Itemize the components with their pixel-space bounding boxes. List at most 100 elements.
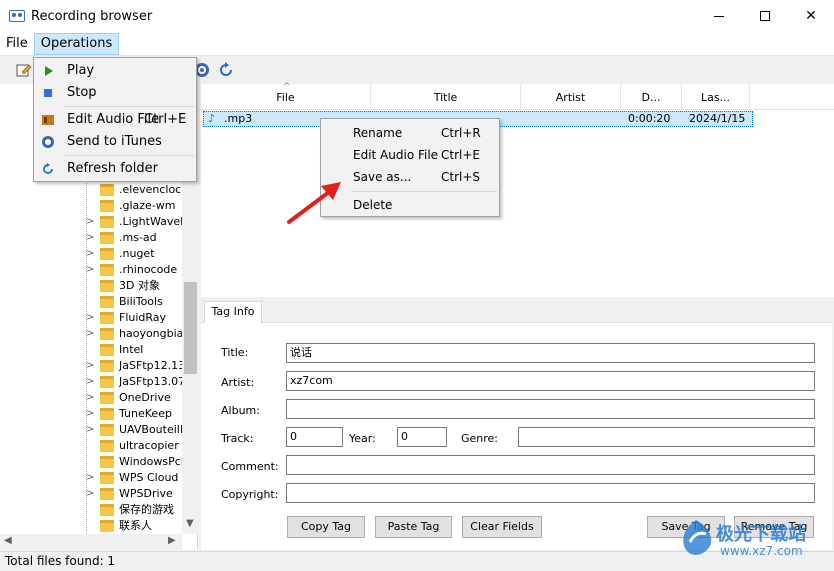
context-item-rename[interactable]: Rename Ctrl+R: [323, 122, 497, 144]
paste-tag-button[interactable]: Paste Tag: [375, 516, 452, 538]
tree-item[interactable]: > .LightWaveD: [0, 214, 182, 230]
menu-item-shortcut: Ctrl+E: [144, 112, 187, 127]
title-field[interactable]: 说话: [286, 343, 815, 363]
tree-expander-icon[interactable]: >: [86, 406, 96, 422]
tree-item[interactable]: > JaSFtp13.07: [0, 374, 182, 390]
tree-item[interactable]: > OneDrive: [0, 390, 182, 406]
tree-item-label: .ms-ad: [119, 231, 157, 244]
scroll-right-icon[interactable]: ▶: [168, 535, 176, 546]
menu-item-stop[interactable]: Stop: [36, 82, 194, 104]
column-header-artist[interactable]: Artist: [521, 84, 621, 110]
tree-item[interactable]: .elevenclock: [0, 182, 182, 198]
tree-expander-icon[interactable]: >: [86, 262, 96, 278]
minimize-button[interactable]: [696, 0, 742, 32]
column-header-duration[interactable]: D...: [621, 84, 682, 110]
artist-field[interactable]: xz7com: [286, 371, 815, 391]
copyright-label: Copyright:: [221, 488, 279, 501]
menu-file[interactable]: File: [0, 33, 34, 55]
tree-item[interactable]: BiliTools: [0, 294, 182, 310]
scroll-left-icon[interactable]: ◀: [4, 535, 12, 546]
tree-expander-icon[interactable]: >: [86, 326, 96, 342]
folder-icon: [100, 264, 114, 276]
folder-icon: [100, 424, 114, 436]
tree-expander-icon[interactable]: >: [86, 310, 96, 326]
context-item-edit-audio-file[interactable]: Edit Audio File Ctrl+E: [323, 144, 497, 166]
tree-item[interactable]: Intel: [0, 342, 182, 358]
folder-icon: [100, 312, 114, 324]
tree-item[interactable]: 3D 对象: [0, 278, 182, 294]
tab-tag-info[interactable]: Tag Info: [204, 301, 262, 323]
tree-item[interactable]: > WPSDrive: [0, 486, 182, 502]
context-item-shortcut: Ctrl+S: [441, 170, 481, 184]
menu-item-edit-audio-file[interactable]: Edit Audio File Ctrl+E: [36, 109, 194, 131]
tree-item[interactable]: 保存的游戏: [0, 502, 182, 518]
tree-item-label: .glaze-wm: [119, 199, 176, 212]
tree-item-label: 3D 对象: [119, 279, 160, 292]
tree-horizontal-scrollbar[interactable]: ◀ ▶: [0, 534, 182, 550]
edit-tag-icon[interactable]: [16, 62, 32, 78]
tree-item[interactable]: > .rhinocode: [0, 262, 182, 278]
menu-item-play[interactable]: Play: [36, 60, 194, 82]
tree-item[interactable]: > TuneKeep: [0, 406, 182, 422]
scroll-down-icon[interactable]: ▼: [186, 518, 194, 529]
file-context-menu: Rename Ctrl+R Edit Audio File Ctrl+E Sav…: [320, 118, 500, 217]
tree-expander-icon[interactable]: >: [86, 214, 96, 230]
tree-item-label: .rhinocode: [119, 263, 178, 276]
track-label: Track:: [221, 432, 254, 445]
tree-expander-icon[interactable]: >: [86, 422, 96, 438]
tree-item[interactable]: > JaSFtp12.13: [0, 358, 182, 374]
menu-item-label: Refresh folder: [67, 161, 158, 176]
tree-expander-icon[interactable]: >: [86, 230, 96, 246]
refresh-toolbar-icon[interactable]: [218, 62, 234, 78]
tree-expander-icon[interactable]: >: [86, 470, 96, 486]
genre-field[interactable]: [518, 427, 815, 447]
tree-item[interactable]: ultracopier: [0, 438, 182, 454]
clear-fields-button[interactable]: Clear Fields: [462, 516, 542, 538]
year-field[interactable]: 0: [397, 427, 447, 447]
watermark-url: www.xz7.com: [720, 544, 803, 558]
tree-expander-icon[interactable]: >: [86, 390, 96, 406]
copy-tag-button[interactable]: Copy Tag: [287, 516, 365, 538]
menu-item-label: Send to iTunes: [67, 134, 162, 149]
tree-expander-icon[interactable]: >: [86, 358, 96, 374]
tree-expander-icon[interactable]: >: [86, 486, 96, 502]
tree-item[interactable]: .glaze-wm: [0, 198, 182, 214]
tree-item-label: .elevenclock: [119, 183, 182, 196]
tree-item-label: JaSFtp12.13: [119, 359, 182, 372]
tree-item-label: OneDrive: [119, 391, 171, 404]
scrollbar-thumb[interactable]: [184, 282, 197, 374]
menu-operations[interactable]: Operations: [33, 32, 120, 55]
panel-splitter[interactable]: [201, 297, 834, 301]
tree-item[interactable]: > FluidRay: [0, 310, 182, 326]
tree-item[interactable]: > haoyongbian: [0, 326, 182, 342]
column-header-title[interactable]: Title: [371, 84, 521, 110]
track-field[interactable]: 0: [286, 427, 343, 447]
menu-item-refresh-folder[interactable]: Refresh folder: [36, 158, 194, 180]
tree-expander-icon[interactable]: >: [86, 374, 96, 390]
tree-item[interactable]: > UAVBouteille: [0, 422, 182, 438]
file-list-header: File Title Artist D... Las... ^: [201, 82, 834, 110]
column-header-last[interactable]: Las...: [682, 84, 750, 110]
tree-item[interactable]: 联系人: [0, 518, 182, 534]
folder-icon: [100, 184, 114, 196]
year-label: Year:: [349, 432, 376, 445]
tree-item-label: WPS Cloud F: [119, 471, 182, 484]
tree-item[interactable]: WindowsPcM: [0, 454, 182, 470]
context-item-delete[interactable]: Delete: [323, 194, 497, 216]
maximize-button[interactable]: [742, 0, 788, 32]
menu-item-send-to-itunes[interactable]: Send to iTunes: [36, 131, 194, 153]
tree-item[interactable]: > .ms-ad: [0, 230, 182, 246]
copyright-field[interactable]: [286, 483, 815, 503]
album-field[interactable]: [286, 399, 815, 419]
tree-item-label: JaSFtp13.07: [119, 375, 182, 388]
watermark-icon: [683, 520, 712, 555]
comment-field[interactable]: [286, 455, 815, 475]
tree-item[interactable]: > .nuget: [0, 246, 182, 262]
close-button[interactable]: ✕: [788, 0, 834, 32]
context-item-save-as[interactable]: Save as... Ctrl+S: [323, 166, 497, 188]
tree-item[interactable]: > WPS Cloud F: [0, 470, 182, 486]
album-label: Album:: [221, 404, 260, 417]
cell-duration: 0:00:20: [628, 112, 671, 125]
edit-audio-icon: [42, 115, 54, 125]
tree-expander-icon[interactable]: >: [86, 246, 96, 262]
